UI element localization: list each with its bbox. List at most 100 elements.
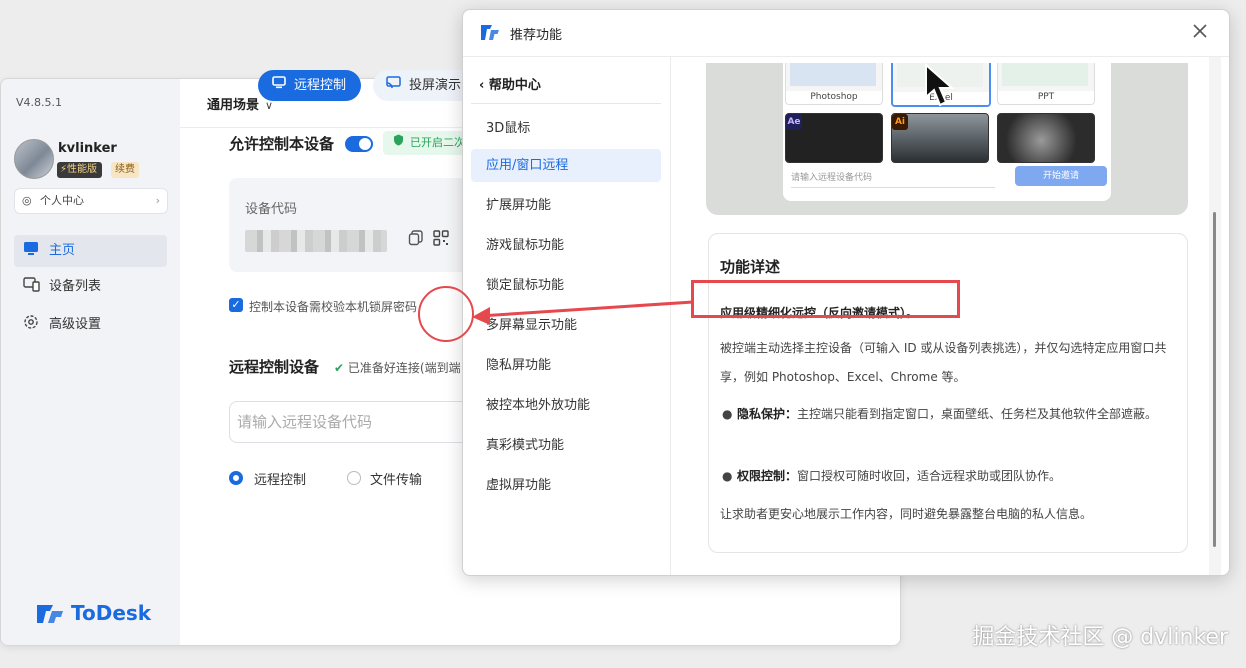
preview-code-input: 请输入远程设备代码 [791,169,995,188]
user-icon: ◎ [22,194,32,207]
bullet-dot: ● [722,469,733,483]
help-item-3d-mouse[interactable]: 3D鼠标 [471,112,661,145]
help-center-back[interactable]: ‹ 帮助中心 [479,74,541,93]
performance-badge: ⚡性能版 [57,162,103,178]
chevron-right-icon: › [155,194,160,207]
divider [471,103,661,104]
copy-icon[interactable] [406,230,426,250]
personal-center-label: 个人中心 [40,194,84,207]
radio-file-transfer-label: 文件传输 [370,473,423,488]
security-status-text: 已开启二次 [410,136,465,149]
shield-icon [393,131,404,155]
remote-device-title: 远程控制设备 [229,358,320,376]
content-scrollbar[interactable] [1209,57,1221,575]
todesk-logo-icon [37,605,63,623]
bullet-dot: ● [722,407,733,421]
close-button[interactable] [1189,21,1211,43]
annotation-highlight-box [691,280,960,318]
ready-status: ✔ 已准备好连接(端到端 [334,359,464,376]
help-item-extend-screen[interactable]: 扩展屏功能 [471,189,661,222]
personal-center-button[interactable]: ◎ 个人中心 › [14,188,168,214]
recommend-header: 推荐功能 [463,10,1229,57]
annotation-arrow [472,300,694,325]
preview-app-picker: Photoshop Excel PPT Ae Ai 请输入远程设备代码 [783,63,1111,201]
monitor-icon [272,70,286,101]
tab-label: 投屏演示 [409,78,462,93]
sidebar-item-home[interactable]: 主页 [14,235,167,267]
sidebar: V4.8.5.1 kvlinker ⚡性能版 续费 ◎ 个人中心 › 主页 设备… [1,79,180,645]
todesk-logo-icon [481,25,499,40]
version-label: V4.8.5.1 [16,96,63,109]
tab-remote-control[interactable]: 远程控制 [258,70,361,101]
thumb-screen [790,63,876,86]
radio-remote-control[interactable] [229,471,243,485]
recommend-title: 推荐功能 [510,28,563,43]
remote-code-input[interactable] [229,401,489,443]
cast-icon [386,70,401,101]
help-center-label: 帮助中心 [488,78,541,93]
gear-icon [21,309,41,341]
scrollbar-thumb[interactable] [1213,212,1216,547]
security-status-badge: 已开启二次 [383,131,473,155]
detail-paragraph: 被控端主动选择主控设备（可输入 ID 或从设备列表挑选），并仅勾选特定应用窗口共… [720,341,1167,384]
help-item-virtual-screen[interactable]: 虚拟屏功能 [471,469,661,502]
ai-badge: Ai [892,114,908,130]
thumb-caption: Photoshop [786,91,882,104]
thumb-ppt: PPT [997,63,1095,105]
sidebar-item-label: 主页 [49,243,76,258]
bullet-text: 权限控制：窗口授权可随时收回，适合远程求助或团队协作。 [725,462,1175,491]
thumb-illustrator: Ai [891,113,989,163]
close-icon [1193,24,1207,38]
ae-badge: Ae [786,114,802,130]
monitor-icon [21,235,41,267]
watermark: 掘金技术社区 @ dvlinker [972,625,1228,650]
sidebar-item-devices[interactable]: 设备列表 [14,271,167,303]
avatar[interactable] [14,139,54,179]
lock-password-label: 控制本设备需校验本机锁屏密码 [249,300,418,314]
bullet-title: 隐私保护： [737,407,798,421]
thumb-screen [1002,63,1088,86]
username: kvlinker [58,141,117,156]
help-item-true-color[interactable]: 真彩模式功能 [471,429,661,462]
device-code-label: 设备代码 [245,202,298,217]
bullet-body: 主控端只能看到指定窗口，桌面壁纸、任务栏及其他软件全部遮蔽。 [797,407,1158,421]
detail-bullet-permission: ● 权限控制：窗口授权可随时收回，适合远程求助或团队协作。 [722,462,1175,491]
qr-code-icon[interactable] [431,230,451,250]
thumb-photoshop: Photoshop [785,63,883,105]
device-code-card: 设备代码 [229,178,479,272]
sidebar-item-label: 设备列表 [49,279,102,294]
thumb-caption: PPT [998,91,1094,104]
bullet-text: 隐私保护：主控端只能看到指定窗口，桌面壁纸、任务栏及其他软件全部遮蔽。 [725,400,1175,429]
preview-invite-button: 开始邀请 [1015,166,1107,186]
allow-control-label: 允许控制本设备 [229,135,335,153]
bullet-body: 窗口授权可随时收回，适合远程求助或团队协作。 [797,469,1062,483]
allow-control-toggle[interactable] [345,136,373,152]
radio-file-transfer[interactable] [347,471,361,485]
sidebar-item-advanced[interactable]: 高级设置 [14,309,167,341]
help-item-app-window-remote[interactable]: 应用/窗口远程 [471,149,661,182]
radio-remote-control-label: 远程控制 [254,473,307,488]
thumb-after-effects: Ae [785,113,883,163]
feature-preview-image: Photoshop Excel PPT Ae Ai 请输入远程设备代码 [706,63,1188,215]
devices-icon [21,271,41,303]
renew-badge[interactable]: 续费 [111,162,139,178]
scene-label: 通用场景 [207,98,260,113]
chevron-left-icon: ‹ [479,78,485,93]
help-item-local-audio[interactable]: 被控本地外放功能 [471,389,661,422]
mouse-cursor-icon [925,63,955,107]
lock-password-checkbox[interactable]: ✓ [229,298,243,312]
detail-title: 功能详述 [720,258,781,276]
device-code-value-blurred [245,230,387,252]
brand-name: ToDesk [71,601,152,625]
tab-label: 远程控制 [294,78,347,93]
toggle-knob [359,138,371,150]
check-shield-icon: ✔ [334,361,345,375]
help-item-privacy-screen[interactable]: 隐私屏功能 [471,349,661,382]
help-item-game-mouse[interactable]: 游戏鼠标功能 [471,229,661,262]
detail-bullet-privacy: ● 隐私保护：主控端只能看到指定窗口，桌面壁纸、任务栏及其他软件全部遮蔽。 [722,400,1175,429]
ready-status-text: 已准备好连接(端到端 [347,361,461,375]
bullet-title: 权限控制： [737,469,798,483]
sidebar-item-label: 高级设置 [49,317,102,332]
thumb-3d-app [997,113,1095,163]
detail-paragraph-closing: 让求助者更安心地展示工作内容，同时避免暴露整台电脑的私人信息。 [720,507,1093,521]
